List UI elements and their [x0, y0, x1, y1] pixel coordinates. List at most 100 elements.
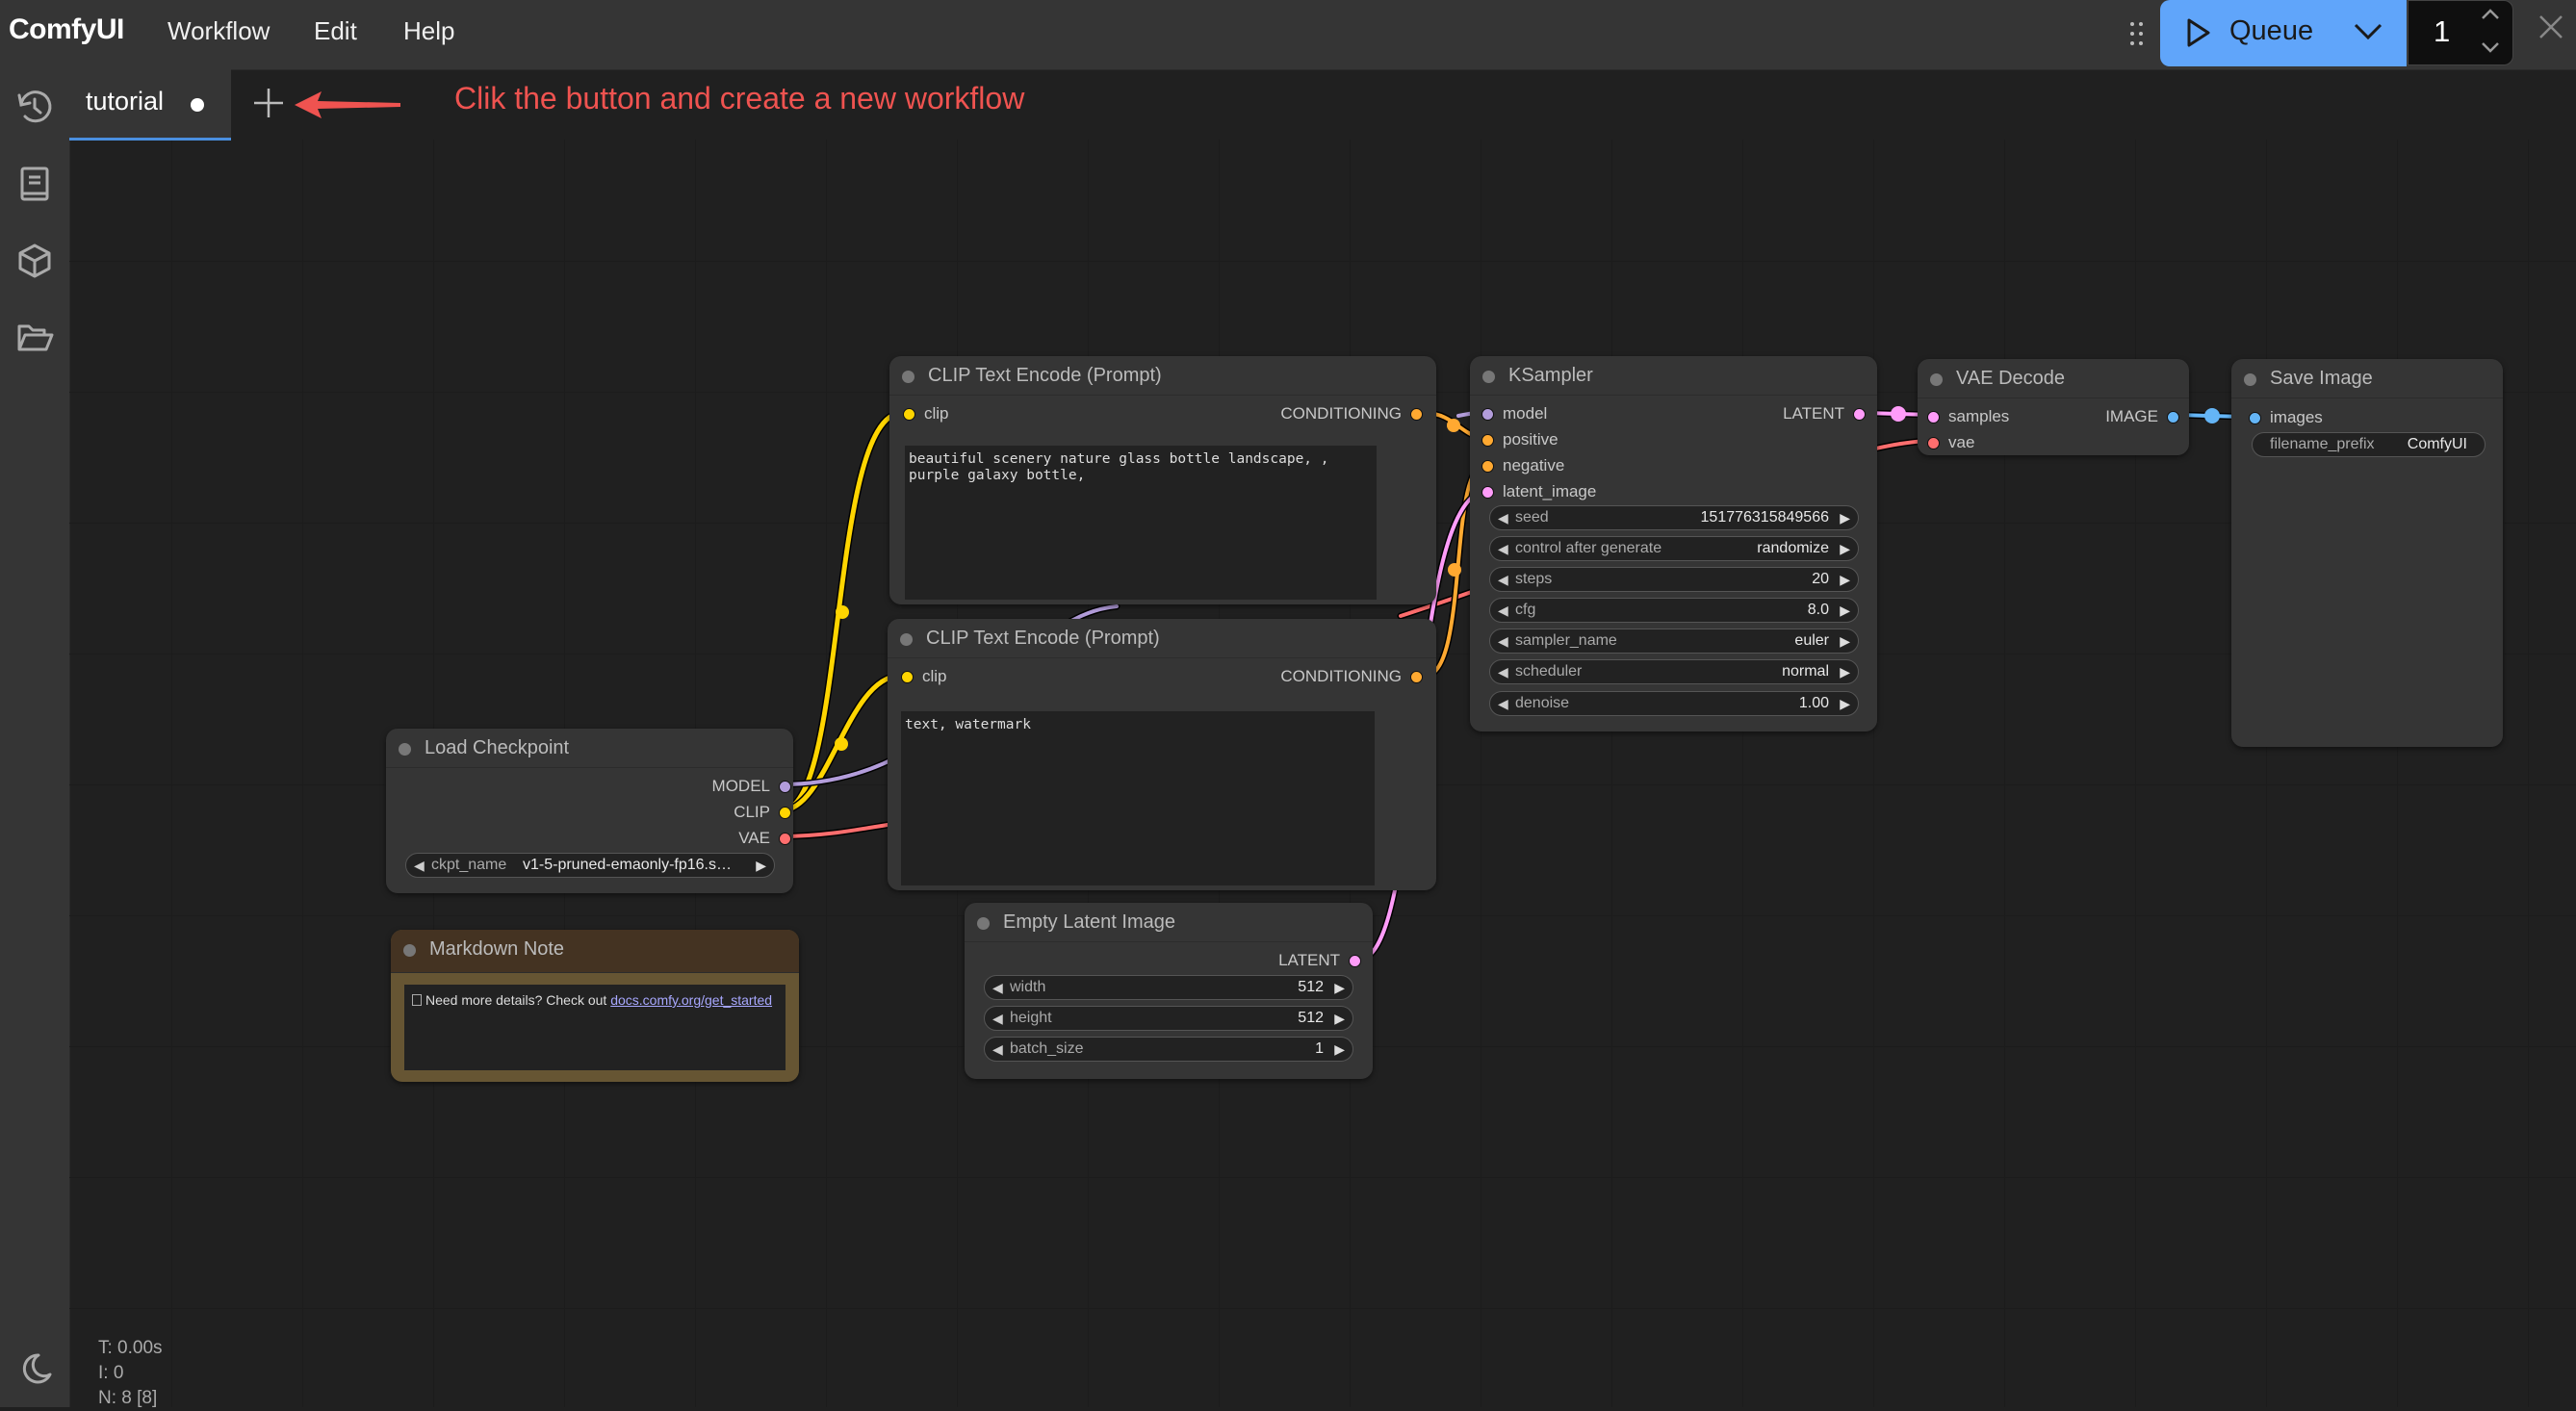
- collapse-dot-icon[interactable]: [902, 371, 914, 383]
- collapse-dot-icon[interactable]: [977, 917, 990, 930]
- widget-control-after-generate[interactable]: ◀ control after generate randomize ▶: [1489, 536, 1859, 561]
- input-images[interactable]: images: [2249, 408, 2323, 427]
- decrement-arrow-icon[interactable]: ◀: [1498, 603, 1508, 619]
- widget-sampler-name[interactable]: ◀ sampler_name euler ▶: [1489, 629, 1859, 654]
- widget-ckpt-name[interactable]: ◀ ckpt_name v1-5-pruned-emaonly-fp16.s… ▶: [405, 853, 775, 878]
- widget-value[interactable]: randomize: [1757, 540, 1829, 557]
- new-workflow-button[interactable]: [252, 87, 285, 119]
- close-icon[interactable]: [2537, 13, 2564, 45]
- node-clip-text-encode-positive[interactable]: CLIP Text Encode (Prompt) clip CONDITION…: [889, 356, 1436, 604]
- tab-tutorial[interactable]: tutorial: [69, 69, 231, 141]
- widget-denoise[interactable]: ◀ denoise 1.00 ▶: [1489, 691, 1859, 716]
- note-content[interactable]: Need more details? Check out docs.comfy.…: [404, 985, 786, 1070]
- menu-workflow[interactable]: Workflow: [167, 16, 270, 46]
- increment-arrow-icon[interactable]: ▶: [1334, 1041, 1345, 1058]
- node-vae-decode[interactable]: VAE Decode samples vae IMAGE: [1918, 359, 2189, 455]
- widget-value[interactable]: 512: [1298, 979, 1324, 996]
- widget-seed[interactable]: ◀ seed 151776315849566 ▶: [1489, 505, 1859, 530]
- widget-width[interactable]: ◀ width 512 ▶: [984, 975, 1353, 1000]
- output-model[interactable]: MODEL: [712, 777, 791, 796]
- widget-steps[interactable]: ◀ steps 20 ▶: [1489, 567, 1859, 592]
- increment-arrow-icon[interactable]: ▶: [1840, 510, 1850, 526]
- decrement-arrow-icon[interactable]: ◀: [1498, 664, 1508, 680]
- decrement-icon[interactable]: [2480, 39, 2501, 60]
- queue-count-value[interactable]: 1: [2434, 14, 2450, 49]
- node-title-bar[interactable]: VAE Decode: [1918, 359, 2189, 398]
- input-latent-image[interactable]: latent_image: [1481, 482, 1596, 501]
- queue-count-input[interactable]: 1: [2408, 0, 2513, 65]
- output-clip[interactable]: CLIP: [734, 803, 791, 822]
- history-icon[interactable]: [13, 86, 56, 128]
- widget-value[interactable]: 1.00: [1799, 695, 1829, 712]
- decrement-arrow-icon[interactable]: ◀: [1498, 541, 1508, 557]
- decrement-arrow-icon[interactable]: ◀: [1498, 572, 1508, 588]
- widget-cfg[interactable]: ◀ cfg 8.0 ▶: [1489, 598, 1859, 623]
- decrement-arrow-icon[interactable]: ◀: [1498, 633, 1508, 650]
- drag-handle-icon[interactable]: [2127, 19, 2147, 48]
- prompt-textarea[interactable]: text, watermark: [901, 711, 1375, 885]
- queue-button[interactable]: Queue: [2160, 0, 2407, 66]
- output-conditioning[interactable]: CONDITIONING: [1280, 667, 1423, 686]
- increment-arrow-icon[interactable]: ▶: [1840, 664, 1850, 680]
- node-clip-text-encode-negative[interactable]: CLIP Text Encode (Prompt) clip CONDITION…: [888, 619, 1436, 890]
- increment-arrow-icon[interactable]: ▶: [1840, 572, 1850, 588]
- book-icon[interactable]: [13, 163, 56, 205]
- widget-value[interactable]: 1: [1315, 1040, 1324, 1058]
- node-title-bar[interactable]: CLIP Text Encode (Prompt): [888, 619, 1436, 658]
- chevron-down-icon[interactable]: [2353, 21, 2383, 47]
- decrement-arrow-icon[interactable]: ◀: [992, 980, 1003, 996]
- folder-open-icon[interactable]: [13, 317, 56, 359]
- widget-value[interactable]: normal: [1782, 663, 1829, 680]
- widget-value[interactable]: 8.0: [1808, 602, 1829, 619]
- collapse-dot-icon[interactable]: [403, 944, 416, 957]
- node-save-image[interactable]: Save Image images filename_prefix ComfyUI: [2231, 359, 2503, 747]
- input-samples[interactable]: samples: [1927, 407, 2009, 426]
- output-conditioning[interactable]: CONDITIONING: [1280, 404, 1423, 423]
- node-title-bar[interactable]: Load Checkpoint: [386, 729, 793, 768]
- decrement-arrow-icon[interactable]: ◀: [992, 1041, 1003, 1058]
- output-latent[interactable]: LATENT: [1783, 404, 1866, 423]
- increment-arrow-icon[interactable]: ▶: [756, 858, 766, 874]
- input-positive[interactable]: positive: [1481, 430, 1558, 449]
- cube-icon[interactable]: [13, 240, 56, 282]
- increment-arrow-icon[interactable]: ▶: [1334, 980, 1345, 996]
- node-load-checkpoint[interactable]: Load Checkpoint MODEL CLIP VAE ◀ ckpt_nam…: [386, 729, 793, 893]
- input-clip[interactable]: clip: [901, 667, 947, 686]
- node-empty-latent-image[interactable]: Empty Latent Image LATENT ◀ width 512 ▶ ◀ he…: [965, 903, 1373, 1079]
- moon-icon[interactable]: [13, 1347, 56, 1390]
- increment-arrow-icon[interactable]: ▶: [1840, 541, 1850, 557]
- decrement-arrow-icon[interactable]: ◀: [1498, 696, 1508, 712]
- increment-arrow-icon[interactable]: ▶: [1840, 603, 1850, 619]
- input-vae[interactable]: vae: [1927, 433, 1974, 452]
- widget-filename-prefix[interactable]: filename_prefix ComfyUI: [2252, 432, 2486, 457]
- collapse-dot-icon[interactable]: [1482, 371, 1495, 383]
- increment-arrow-icon[interactable]: ▶: [1840, 633, 1850, 650]
- widget-height[interactable]: ◀ height 512 ▶: [984, 1006, 1353, 1031]
- node-title-bar[interactable]: KSampler: [1470, 356, 1877, 396]
- output-vae[interactable]: VAE: [738, 829, 791, 848]
- increment-icon[interactable]: [2480, 7, 2501, 27]
- increment-arrow-icon[interactable]: ▶: [1840, 696, 1850, 712]
- node-title-bar[interactable]: Save Image: [2231, 359, 2503, 398]
- node-title-bar[interactable]: Empty Latent Image: [965, 903, 1373, 942]
- menu-edit[interactable]: Edit: [314, 16, 357, 46]
- collapse-dot-icon[interactable]: [399, 743, 411, 756]
- widget-value[interactable]: euler: [1794, 632, 1829, 650]
- docs-link[interactable]: docs.comfy.org/get_started: [610, 992, 772, 1008]
- unsaved-dot-icon[interactable]: [191, 98, 204, 112]
- widget-value[interactable]: ComfyUI: [2408, 436, 2467, 453]
- input-model[interactable]: model: [1481, 404, 1547, 423]
- collapse-dot-icon[interactable]: [2244, 373, 2256, 386]
- output-latent[interactable]: LATENT: [1278, 951, 1361, 970]
- collapse-dot-icon[interactable]: [1930, 373, 1943, 386]
- widget-value[interactable]: 20: [1812, 571, 1829, 588]
- widget-scheduler[interactable]: ◀ scheduler normal ▶: [1489, 659, 1859, 684]
- decrement-arrow-icon[interactable]: ◀: [992, 1011, 1003, 1027]
- menu-help[interactable]: Help: [403, 16, 454, 46]
- widget-value[interactable]: 151776315849566: [1701, 509, 1829, 526]
- node-title-bar[interactable]: Markdown Note: [391, 930, 799, 973]
- node-title-bar[interactable]: CLIP Text Encode (Prompt): [889, 356, 1436, 396]
- widget-batch-size[interactable]: ◀ batch_size 1 ▶: [984, 1037, 1353, 1062]
- prompt-textarea[interactable]: beautiful scenery nature glass bottle la…: [905, 446, 1377, 600]
- input-negative[interactable]: negative: [1481, 456, 1564, 475]
